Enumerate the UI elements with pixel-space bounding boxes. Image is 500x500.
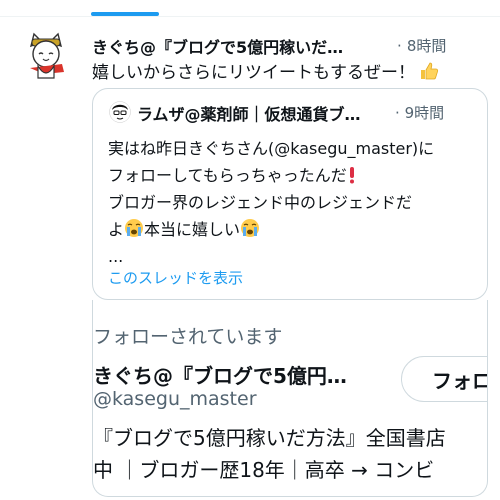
profile-name[interactable]: きぐち@『ブログで5億円… [93, 360, 347, 389]
quoted-line: フォローしてもらっちゃったんだ [108, 162, 478, 189]
time-separator: · [397, 37, 402, 55]
tweet-time[interactable]: 8時間 [407, 37, 447, 55]
quoted-line: ブロガー界のレジェンド中のレジェンドだ [108, 193, 413, 212]
bio-line: 中 ｜ブロガー歴18年｜高卒 → コンビ [93, 458, 435, 482]
quoted-line-text: フォローしてもらっちゃったんだ [108, 166, 347, 185]
quoted-time: · 9時間 [395, 102, 444, 123]
quoted-tweet-text: 実はね昨日きぐちさん(@kasegu_master)に フォローしてもらっちゃっ… [108, 135, 478, 270]
quoted-line-text: 本当に嬉しい [144, 220, 241, 239]
follow-button[interactable]: フォロ [401, 356, 487, 402]
loudly-crying-face-icon [241, 219, 260, 237]
show-thread-link[interactable]: このスレッドを表示 [108, 267, 243, 288]
quoted-line: ... [108, 247, 124, 266]
tweet-text-content: 嬉しいからさらにリツイートもするぜー！ [92, 63, 415, 83]
avatar[interactable] [109, 101, 131, 123]
divider [0, 16, 500, 17]
follow-card: フォローされています きぐち@『ブログで5億円… @kasegu_master … [92, 300, 488, 497]
follows-you-label: フォローされています [93, 326, 283, 348]
avatar[interactable] [20, 30, 72, 82]
loudly-crying-face-icon [125, 219, 144, 237]
quoted-line: 実はね昨日きぐちさん(@kasegu_master)に [108, 139, 435, 158]
bio-line: 『ブログで5億円稼いだ方法』全国書店 [93, 426, 446, 450]
thumbs-up-icon [421, 62, 439, 80]
quoted-line: よ本当に嬉しい [108, 216, 478, 243]
tweet-text: 嬉しいからさらにリツイートもするぜー！ [92, 58, 439, 83]
time-separator: · [395, 104, 400, 122]
quoted-tweet-card[interactable]: ラムザ@薬剤師｜仮想通貨ブ… · 9時間 実はね昨日きぐちさん(@kasegu_… [92, 88, 488, 300]
quoted-author-name[interactable]: ラムザ@薬剤師｜仮想通貨ブ… [137, 101, 361, 125]
quoted-line-text: よ [108, 220, 125, 239]
quoted-tweet-time[interactable]: 9時間 [405, 104, 445, 122]
profile-bio: 『ブログで5億円稼いだ方法』全国書店 中 ｜ブロガー歴18年｜高卒 → コンビ [93, 422, 487, 486]
profile-handle[interactable]: @kasegu_master [93, 388, 257, 410]
red-exclamation-icon [349, 167, 354, 184]
author-name[interactable]: きぐち@『ブログで5億円稼いだ… [92, 38, 343, 57]
tweet-header: きぐち@『ブログで5億円稼いだ… · 8時間 [92, 34, 467, 58]
